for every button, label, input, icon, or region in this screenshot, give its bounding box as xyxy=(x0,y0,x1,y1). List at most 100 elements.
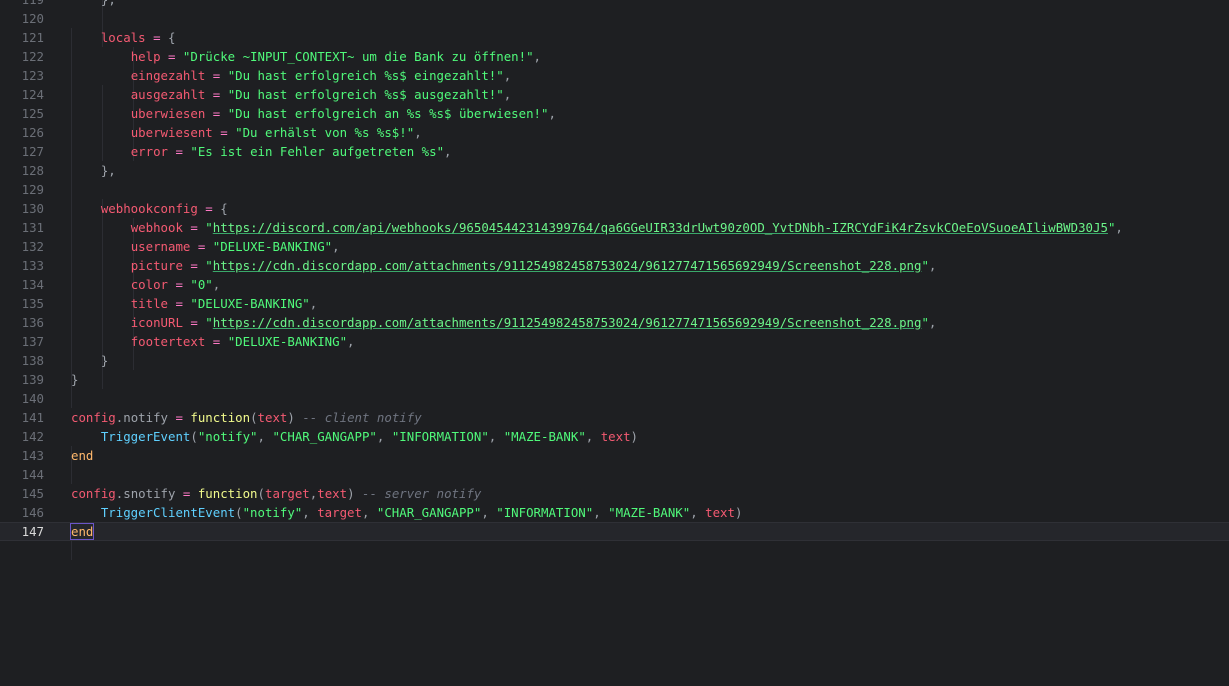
code-line[interactable]: 127 error = "Es ist ein Fehler aufgetret… xyxy=(0,142,1229,161)
code-token: ( xyxy=(250,410,258,425)
code-line[interactable]: 145 config.snotify = function(target,text… xyxy=(0,484,1229,503)
code-line[interactable]: 125 uberwiesen = "Du hast erfolgreich an… xyxy=(0,104,1229,123)
code-token: , xyxy=(488,429,504,444)
line-number: 123 xyxy=(21,68,44,83)
code-line[interactable]: 135 title = "DELUXE-BANKING", xyxy=(0,294,1229,313)
code-token: = xyxy=(190,239,213,254)
url-link[interactable]: https://cdn.discordapp.com/attachments/9… xyxy=(213,258,922,273)
code-text[interactable]: username = "DELUXE-BANKING", xyxy=(71,237,340,256)
code-text[interactable]: webhook = "https://discord.com/api/webho… xyxy=(71,218,1123,237)
code-line[interactable]: 143 end xyxy=(0,446,1229,465)
line-number: 147 xyxy=(21,524,44,539)
code-token: , xyxy=(414,125,422,140)
code-text[interactable]: error = "Es ist ein Fehler aufgetreten %… xyxy=(71,142,452,161)
code-editor[interactable]: 119 }, 120 121 locals = {122 help = "Drück… xyxy=(0,0,1229,686)
code-line[interactable]: 147 end xyxy=(0,522,1229,541)
url-link[interactable]: https://cdn.discordapp.com/attachments/9… xyxy=(213,315,922,330)
code-line[interactable]: 126 uberwiesent = "Du erhälst von %s %s$… xyxy=(0,123,1229,142)
code-text[interactable]: help = "Drücke ~INPUT_CONTEXT~ um die Ba… xyxy=(71,47,541,66)
code-line[interactable]: 124 ausgezahlt = "Du hast erfolgreich %s… xyxy=(0,85,1229,104)
code-line[interactable]: 134 color = "0", xyxy=(0,275,1229,294)
code-token: color xyxy=(130,277,168,292)
code-token: = xyxy=(205,68,228,83)
code-line[interactable]: 132 username = "DELUXE-BANKING", xyxy=(0,237,1229,256)
line-number: 138 xyxy=(21,353,44,368)
code-text[interactable]: } xyxy=(71,370,78,389)
code-line[interactable]: 140 xyxy=(0,389,1229,408)
code-token: { xyxy=(168,30,176,45)
code-text[interactable]: uberwiesen = "Du hast erfolgreich an %s … xyxy=(71,104,556,123)
code-token: , xyxy=(257,429,273,444)
code-line[interactable]: 137 footertext = "DELUXE-BANKING", xyxy=(0,332,1229,351)
code-text[interactable]: TriggerEvent("notify", "CHAR_GANGAPP", "… xyxy=(71,427,638,446)
code-token: , xyxy=(309,296,318,311)
code-line[interactable]: 131 webhook = "https://discord.com/api/w… xyxy=(0,218,1229,237)
code-token: "Du erhälst von %s %s$!" xyxy=(235,125,415,140)
code-line[interactable]: 142 TriggerEvent("notify", "CHAR_GANGAPP… xyxy=(0,427,1229,446)
code-token: , xyxy=(503,87,512,102)
code-text[interactable]: webhookconfig = { xyxy=(71,199,228,218)
code-token: } xyxy=(100,353,109,368)
code-token: , xyxy=(212,277,221,292)
code-line[interactable]: 144 xyxy=(0,465,1229,484)
line-number: 126 xyxy=(21,125,44,140)
code-text[interactable]: config.snotify = function(target,text) -… xyxy=(71,484,481,503)
code-line[interactable]: 122 help = "Drücke ~INPUT_CONTEXT~ um di… xyxy=(0,47,1229,66)
code-line[interactable]: 138 } xyxy=(0,351,1229,370)
line-number: 120 xyxy=(21,11,44,26)
code-token: error xyxy=(130,144,168,159)
code-text[interactable]: iconURL = "https://cdn.discordapp.com/at… xyxy=(71,313,937,332)
line-number: 125 xyxy=(21,106,44,121)
line-number: 143 xyxy=(21,448,44,463)
code-text[interactable]: picture = "https://cdn.discordapp.com/at… xyxy=(71,256,937,275)
line-number: 133 xyxy=(21,258,44,273)
code-line[interactable]: 133 picture = "https://cdn.discordapp.co… xyxy=(0,256,1229,275)
code-token: } xyxy=(71,0,108,7)
code-line[interactable]: 146 TriggerClientEvent("notify", target,… xyxy=(0,503,1229,522)
code-text[interactable]: } xyxy=(71,351,108,370)
code-token: , xyxy=(302,505,318,520)
code-text[interactable]: end xyxy=(71,446,93,465)
code-token: = xyxy=(160,49,183,64)
code-text[interactable]: uberwiesent = "Du erhälst von %s %s$!", xyxy=(71,123,422,142)
url-link[interactable]: https://discord.com/api/webhooks/9650454… xyxy=(213,220,1108,235)
code-line[interactable]: 139} xyxy=(0,370,1229,389)
code-text[interactable]: end xyxy=(69,522,95,541)
code-text[interactable]: eingezahlt = "Du hast erfolgreich %s$ ei… xyxy=(71,66,511,85)
code-text[interactable]: locals = { xyxy=(71,28,176,47)
code-line[interactable]: 136 iconURL = "https://cdn.discordapp.co… xyxy=(0,313,1229,332)
code-token: = xyxy=(168,144,191,159)
code-text[interactable]: title = "DELUXE-BANKING", xyxy=(71,294,318,313)
code-line[interactable]: 128 }, xyxy=(0,161,1229,180)
code-line[interactable]: 141 config.notify = function(text) -- cli… xyxy=(0,408,1229,427)
line-number: 131 xyxy=(21,220,44,235)
code-token: -- server notify xyxy=(354,486,482,501)
code-line[interactable]: 130 webhookconfig = { xyxy=(0,199,1229,218)
code-line[interactable]: 119 }, xyxy=(0,0,1229,9)
code-token: = xyxy=(212,125,236,140)
code-token: webhook xyxy=(130,220,183,235)
code-token: "Es ist ein Fehler aufgetreten %s" xyxy=(190,144,445,159)
code-text[interactable]: ausgezahlt = "Du hast erfolgreich %s$ au… xyxy=(71,85,511,104)
code-text[interactable]: TriggerClientEvent("notify", target, "CH… xyxy=(71,503,743,522)
code-text[interactable]: }, xyxy=(71,161,116,180)
code-line[interactable]: 120 xyxy=(0,9,1229,28)
code-text[interactable]: footertext = "DELUXE-BANKING", xyxy=(71,332,355,351)
code-line[interactable]: 121 locals = { xyxy=(0,28,1229,47)
code-text[interactable]: config.notify = function(text) -- client… xyxy=(71,408,422,427)
code-text[interactable]: }, xyxy=(71,0,116,9)
line-number: 142 xyxy=(21,429,44,444)
code-token: "DELUXE-BANKING" xyxy=(212,239,333,254)
line-number: 132 xyxy=(21,239,44,254)
code-text[interactable]: color = "0", xyxy=(71,275,221,294)
line-number: 146 xyxy=(21,505,44,520)
code-line[interactable]: 123 eingezahlt = "Du hast erfolgreich %s… xyxy=(0,66,1229,85)
code-token: , xyxy=(332,239,340,254)
code-token: target xyxy=(317,505,362,520)
code-line[interactable]: 129 xyxy=(0,180,1229,199)
code-token: iconURL xyxy=(130,315,183,330)
